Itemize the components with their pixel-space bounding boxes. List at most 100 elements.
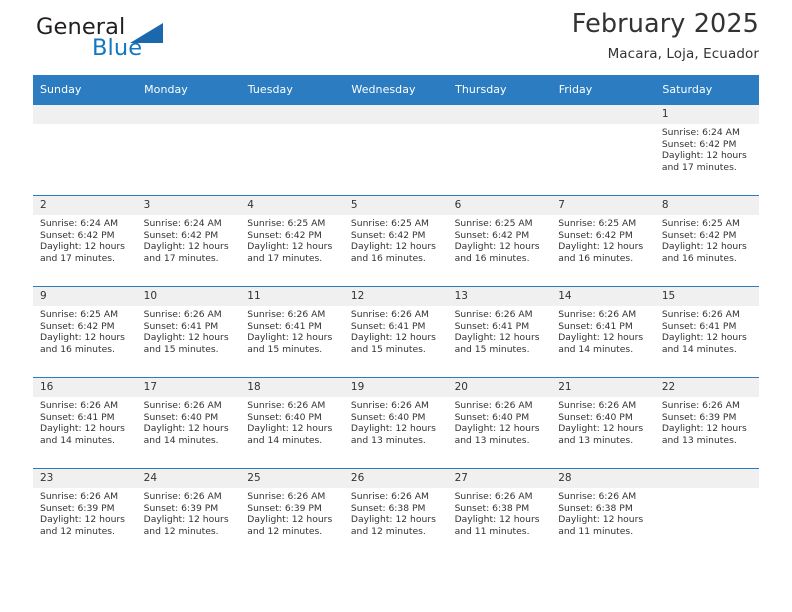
- day-number: [551, 105, 655, 124]
- calendar-day-cell-empty: [240, 104, 344, 196]
- day-details: Sunrise: 6:26 AM Sunset: 6:38 PM Daylight:…: [551, 488, 655, 537]
- sunrise-text: Sunrise: 6:25 AM: [350, 218, 429, 229]
- day-number: 8: [654, 196, 759, 215]
- day-details: Sunrise: 6:25 AM Sunset: 6:42 PM Daylight:…: [240, 215, 344, 264]
- day-number: 17: [136, 378, 241, 397]
- sunset-text: Sunset: 6:39 PM: [40, 502, 115, 514]
- day-number: 16: [33, 378, 137, 397]
- calendar-day-cell[interactable]: 2 Sunrise: 6:24 AM Sunset: 6:42 PM Daylight…: [33, 195, 137, 287]
- calendar-day-cell[interactable]: 8 Sunrise: 6:25 AM Sunset: 6:42 PM Daylight…: [654, 195, 759, 287]
- calendar-day-cell[interactable]: 6 Sunrise: 6:25 AM Sunset: 6:42 PM Daylight…: [447, 195, 552, 287]
- daylight-text: Daylight: 12 hours and 16 minutes.: [558, 241, 644, 264]
- day-number: [33, 105, 137, 124]
- calendar-day-cell[interactable]: 1 Sunrise: 6:24 AM Sunset: 6:42 PM Daylight…: [654, 104, 759, 196]
- day-details: Sunrise: 6:26 AM Sunset: 6:40 PM Daylight:…: [551, 397, 655, 446]
- sunrise-text: Sunrise: 6:24 AM: [143, 218, 222, 229]
- sunset-text: Sunset: 6:41 PM: [247, 320, 322, 332]
- calendar-day-cell[interactable]: 9 Sunrise: 6:25 AM Sunset: 6:42 PM Daylight…: [33, 286, 137, 378]
- calendar-day-cell[interactable]: 28 Sunrise: 6:26 AM Sunset: 6:38 PM Dayligh…: [551, 468, 655, 559]
- sunrise-text: Sunrise: 6:26 AM: [40, 491, 119, 502]
- calendar-day-cell[interactable]: 21 Sunrise: 6:26 AM Sunset: 6:40 PM Dayligh…: [551, 377, 655, 469]
- calendar-day-cell[interactable]: 4 Sunrise: 6:25 AM Sunset: 6:42 PM Daylight…: [240, 195, 344, 287]
- day-number: 18: [240, 378, 344, 397]
- daylight-text: Daylight: 12 hours and 17 minutes.: [143, 241, 229, 264]
- day-number: 9: [33, 287, 137, 306]
- page-header: General Blue February 2025 Macara, Loja,…: [33, 0, 759, 75]
- calendar-day-cell[interactable]: 23 Sunrise: 6:26 AM Sunset: 6:39 PM Dayligh…: [33, 468, 137, 559]
- day-number: 2: [33, 196, 137, 215]
- daylight-text: Daylight: 12 hours and 11 minutes.: [558, 514, 644, 537]
- day-details: Sunrise: 6:26 AM Sunset: 6:40 PM Daylight:…: [344, 397, 448, 446]
- day-details: Sunrise: 6:26 AM Sunset: 6:41 PM Daylight:…: [137, 306, 241, 355]
- sunrise-text: Sunrise: 6:26 AM: [661, 309, 740, 320]
- day-number: 21: [551, 378, 655, 397]
- calendar-day-cell[interactable]: 12 Sunrise: 6:26 AM Sunset: 6:41 PM Dayligh…: [343, 286, 448, 378]
- calendar-day-cell[interactable]: 24 Sunrise: 6:26 AM Sunset: 6:39 PM Dayligh…: [136, 468, 241, 559]
- day-number: 20: [447, 378, 552, 397]
- calendar-day-cell[interactable]: 5 Sunrise: 6:25 AM Sunset: 6:42 PM Daylight…: [343, 195, 448, 287]
- daylight-text: Daylight: 12 hours and 16 minutes.: [661, 241, 747, 264]
- daylight-text: Daylight: 12 hours and 11 minutes.: [454, 514, 540, 537]
- sunrise-text: Sunrise: 6:26 AM: [558, 491, 637, 502]
- general-blue-logo[interactable]: General Blue: [33, 14, 248, 70]
- day-number: 26: [343, 469, 448, 488]
- day-number: 4: [240, 196, 344, 215]
- daylight-text: Daylight: 12 hours and 16 minutes.: [40, 332, 125, 355]
- sunrise-text: Sunrise: 6:25 AM: [454, 218, 533, 229]
- calendar-day-cell[interactable]: 26 Sunrise: 6:26 AM Sunset: 6:38 PM Dayligh…: [343, 468, 448, 559]
- daylight-text: Daylight: 12 hours and 15 minutes.: [350, 332, 436, 355]
- sunset-text: Sunset: 6:38 PM: [350, 502, 426, 514]
- day-details: Sunrise: 6:26 AM Sunset: 6:41 PM Daylight:…: [551, 306, 655, 355]
- sunset-text: Sunset: 6:38 PM: [558, 502, 633, 514]
- day-details: Sunrise: 6:26 AM Sunset: 6:41 PM Daylight:…: [33, 397, 137, 446]
- day-details: Sunrise: 6:26 AM Sunset: 6:39 PM Daylight:…: [33, 488, 137, 537]
- calendar-day-cell[interactable]: 25 Sunrise: 6:26 AM Sunset: 6:39 PM Dayligh…: [240, 468, 344, 559]
- calendar-day-cell[interactable]: 13 Sunrise: 6:26 AM Sunset: 6:41 PM Dayligh…: [447, 286, 552, 378]
- daylight-text: Daylight: 12 hours and 12 minutes.: [247, 514, 333, 537]
- calendar-page: General Blue February 2025 Macara, Loja,…: [0, 0, 792, 612]
- sunset-text: Sunset: 6:41 PM: [661, 320, 737, 332]
- calendar-day-cell[interactable]: 15 Sunrise: 6:26 AM Sunset: 6:41 PM Dayligh…: [654, 286, 759, 378]
- calendar-day-cell[interactable]: 14 Sunrise: 6:26 AM Sunset: 6:41 PM Dayligh…: [551, 286, 655, 378]
- daylight-text: Daylight: 12 hours and 14 minutes.: [661, 332, 747, 355]
- calendar-day-cell[interactable]: 7 Sunrise: 6:25 AM Sunset: 6:42 PM Daylight…: [551, 195, 655, 287]
- day-number: 11: [240, 287, 344, 306]
- calendar-day-cell-empty: [343, 104, 448, 196]
- daylight-text: Daylight: 12 hours and 16 minutes.: [454, 241, 540, 264]
- sunrise-text: Sunrise: 6:26 AM: [40, 400, 119, 411]
- sunset-text: Sunset: 6:42 PM: [661, 229, 737, 241]
- calendar-day-cell[interactable]: 16 Sunrise: 6:26 AM Sunset: 6:41 PM Dayligh…: [33, 377, 137, 469]
- daylight-text: Daylight: 12 hours and 12 minutes.: [143, 514, 229, 537]
- calendar-grid: Sunday Monday Tuesday Wednesday Thursday…: [33, 75, 759, 559]
- daylight-text: Daylight: 12 hours and 13 minutes.: [454, 423, 540, 446]
- calendar-day-cell[interactable]: 20 Sunrise: 6:26 AM Sunset: 6:40 PM Dayligh…: [447, 377, 552, 469]
- calendar-week-row: 23 Sunrise: 6:26 AM Sunset: 6:39 PM Dayligh…: [33, 468, 759, 559]
- sunrise-text: Sunrise: 6:26 AM: [454, 491, 533, 502]
- day-number: [240, 105, 344, 124]
- calendar-day-cell[interactable]: 10 Sunrise: 6:26 AM Sunset: 6:41 PM Dayligh…: [136, 286, 241, 378]
- day-details: Sunrise: 6:25 AM Sunset: 6:42 PM Daylight:…: [655, 215, 759, 264]
- sunset-text: Sunset: 6:40 PM: [350, 411, 426, 423]
- day-details: Sunrise: 6:26 AM Sunset: 6:41 PM Daylight:…: [448, 306, 552, 355]
- calendar-day-cell[interactable]: 18 Sunrise: 6:26 AM Sunset: 6:40 PM Dayligh…: [240, 377, 344, 469]
- calendar-day-cell[interactable]: 17 Sunrise: 6:26 AM Sunset: 6:40 PM Dayligh…: [136, 377, 241, 469]
- calendar-week-row: 9 Sunrise: 6:25 AM Sunset: 6:42 PM Daylight…: [33, 286, 759, 378]
- calendar-day-cell[interactable]: 27 Sunrise: 6:26 AM Sunset: 6:38 PM Dayligh…: [447, 468, 552, 559]
- sunrise-text: Sunrise: 6:26 AM: [350, 491, 429, 502]
- title-block: February 2025 Macara, Loja, Ecuador: [572, 0, 759, 62]
- day-number: 7: [551, 196, 655, 215]
- calendar-day-cell-empty: [551, 104, 655, 196]
- sunset-text: Sunset: 6:42 PM: [40, 229, 115, 241]
- calendar-day-cell[interactable]: 11 Sunrise: 6:26 AM Sunset: 6:41 PM Dayligh…: [240, 286, 344, 378]
- sunrise-text: Sunrise: 6:25 AM: [558, 218, 637, 229]
- calendar-day-cell[interactable]: 22 Sunrise: 6:26 AM Sunset: 6:39 PM Dayligh…: [654, 377, 759, 469]
- sunset-text: Sunset: 6:39 PM: [247, 502, 322, 514]
- calendar-day-cell-empty: [136, 104, 241, 196]
- calendar-day-cell[interactable]: 19 Sunrise: 6:26 AM Sunset: 6:40 PM Dayligh…: [343, 377, 448, 469]
- sunset-text: Sunset: 6:41 PM: [454, 320, 530, 332]
- calendar-day-cell[interactable]: 3 Sunrise: 6:24 AM Sunset: 6:42 PM Daylight…: [136, 195, 241, 287]
- sunset-text: Sunset: 6:39 PM: [143, 502, 219, 514]
- calendar-body: 1 Sunrise: 6:24 AM Sunset: 6:42 PM Daylight…: [33, 104, 759, 559]
- sunrise-text: Sunrise: 6:26 AM: [350, 400, 429, 411]
- day-details: Sunrise: 6:25 AM Sunset: 6:42 PM Daylight:…: [448, 215, 552, 264]
